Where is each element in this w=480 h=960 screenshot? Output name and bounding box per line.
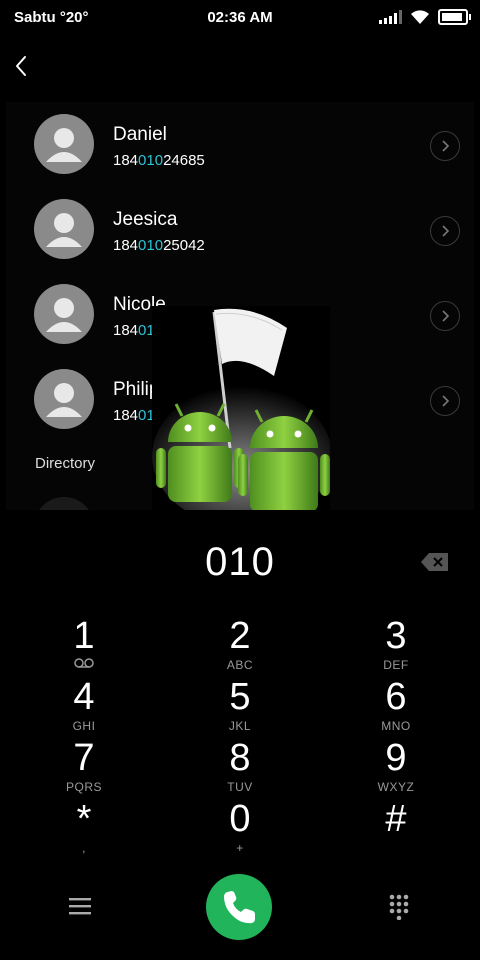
chevron-right-icon [442, 395, 450, 407]
avatar [34, 199, 94, 259]
contact-row[interactable]: Jeesica 18401025042 [6, 187, 474, 271]
signal-icon [379, 10, 402, 24]
call-button[interactable] [206, 874, 272, 940]
battery-icon [438, 9, 471, 25]
dial-key-3[interactable]: 3 DEF [318, 616, 474, 676]
hamburger-icon[interactable] [68, 896, 92, 916]
backspace-icon[interactable] [420, 552, 450, 572]
dialer-bottom-bar [0, 856, 480, 960]
dial-key-hash[interactable]: # [318, 799, 474, 859]
phone-icon [224, 891, 255, 924]
dial-key-0[interactable]: 0 + [162, 799, 318, 859]
dial-key-9[interactable]: 9 WXYZ [318, 738, 474, 798]
dial-key-7[interactable]: 7 PQRS [6, 738, 162, 798]
dial-key-8[interactable]: 8 TUV [162, 738, 318, 798]
contact-name: Daniel [113, 124, 167, 145]
directory-section-title: Directory [35, 455, 96, 472]
chevron-right-icon [442, 310, 450, 322]
dialpad-icon[interactable] [388, 894, 410, 920]
dial-key-5[interactable]: 5 JKL [162, 677, 318, 737]
avatar [34, 497, 94, 510]
contact-detail-button[interactable] [430, 301, 460, 331]
dial-key-4[interactable]: 4 GHI [6, 677, 162, 737]
avatar [34, 284, 94, 344]
dial-key-star[interactable]: * , [6, 799, 162, 859]
chevron-right-icon [442, 140, 450, 152]
avatar [34, 369, 94, 429]
avatar [34, 114, 94, 174]
dial-key-1[interactable]: 1 [6, 616, 162, 676]
contact-detail-button[interactable] [430, 131, 460, 161]
dial-key-2[interactable]: 2 ABC [162, 616, 318, 676]
dialer-pad: 010 1 2 ABC 3 DEF 4 GHI 5 JKL 6 MNO 7 PQ… [6, 510, 474, 856]
status-icons [379, 9, 471, 25]
dialed-number-display: 010 [205, 540, 275, 584]
back-chevron-icon[interactable] [10, 52, 34, 80]
chevron-right-icon [442, 225, 450, 237]
contact-detail-button[interactable] [430, 386, 460, 416]
contact-number: 18401025042 [113, 237, 205, 254]
contact-name: Jeesica [113, 209, 178, 230]
wifi-icon [411, 9, 429, 24]
contact-row[interactable]: Daniel 18401024685 [6, 102, 474, 186]
contact-detail-button[interactable] [430, 216, 460, 246]
android-flag-illustration [152, 306, 330, 512]
contact-number: 18401024685 [113, 152, 205, 169]
status-bar: Sabtu °20° 02:36 AM [0, 0, 480, 34]
voicemail-icon [74, 658, 94, 668]
dial-key-6[interactable]: 6 MNO [318, 677, 474, 737]
